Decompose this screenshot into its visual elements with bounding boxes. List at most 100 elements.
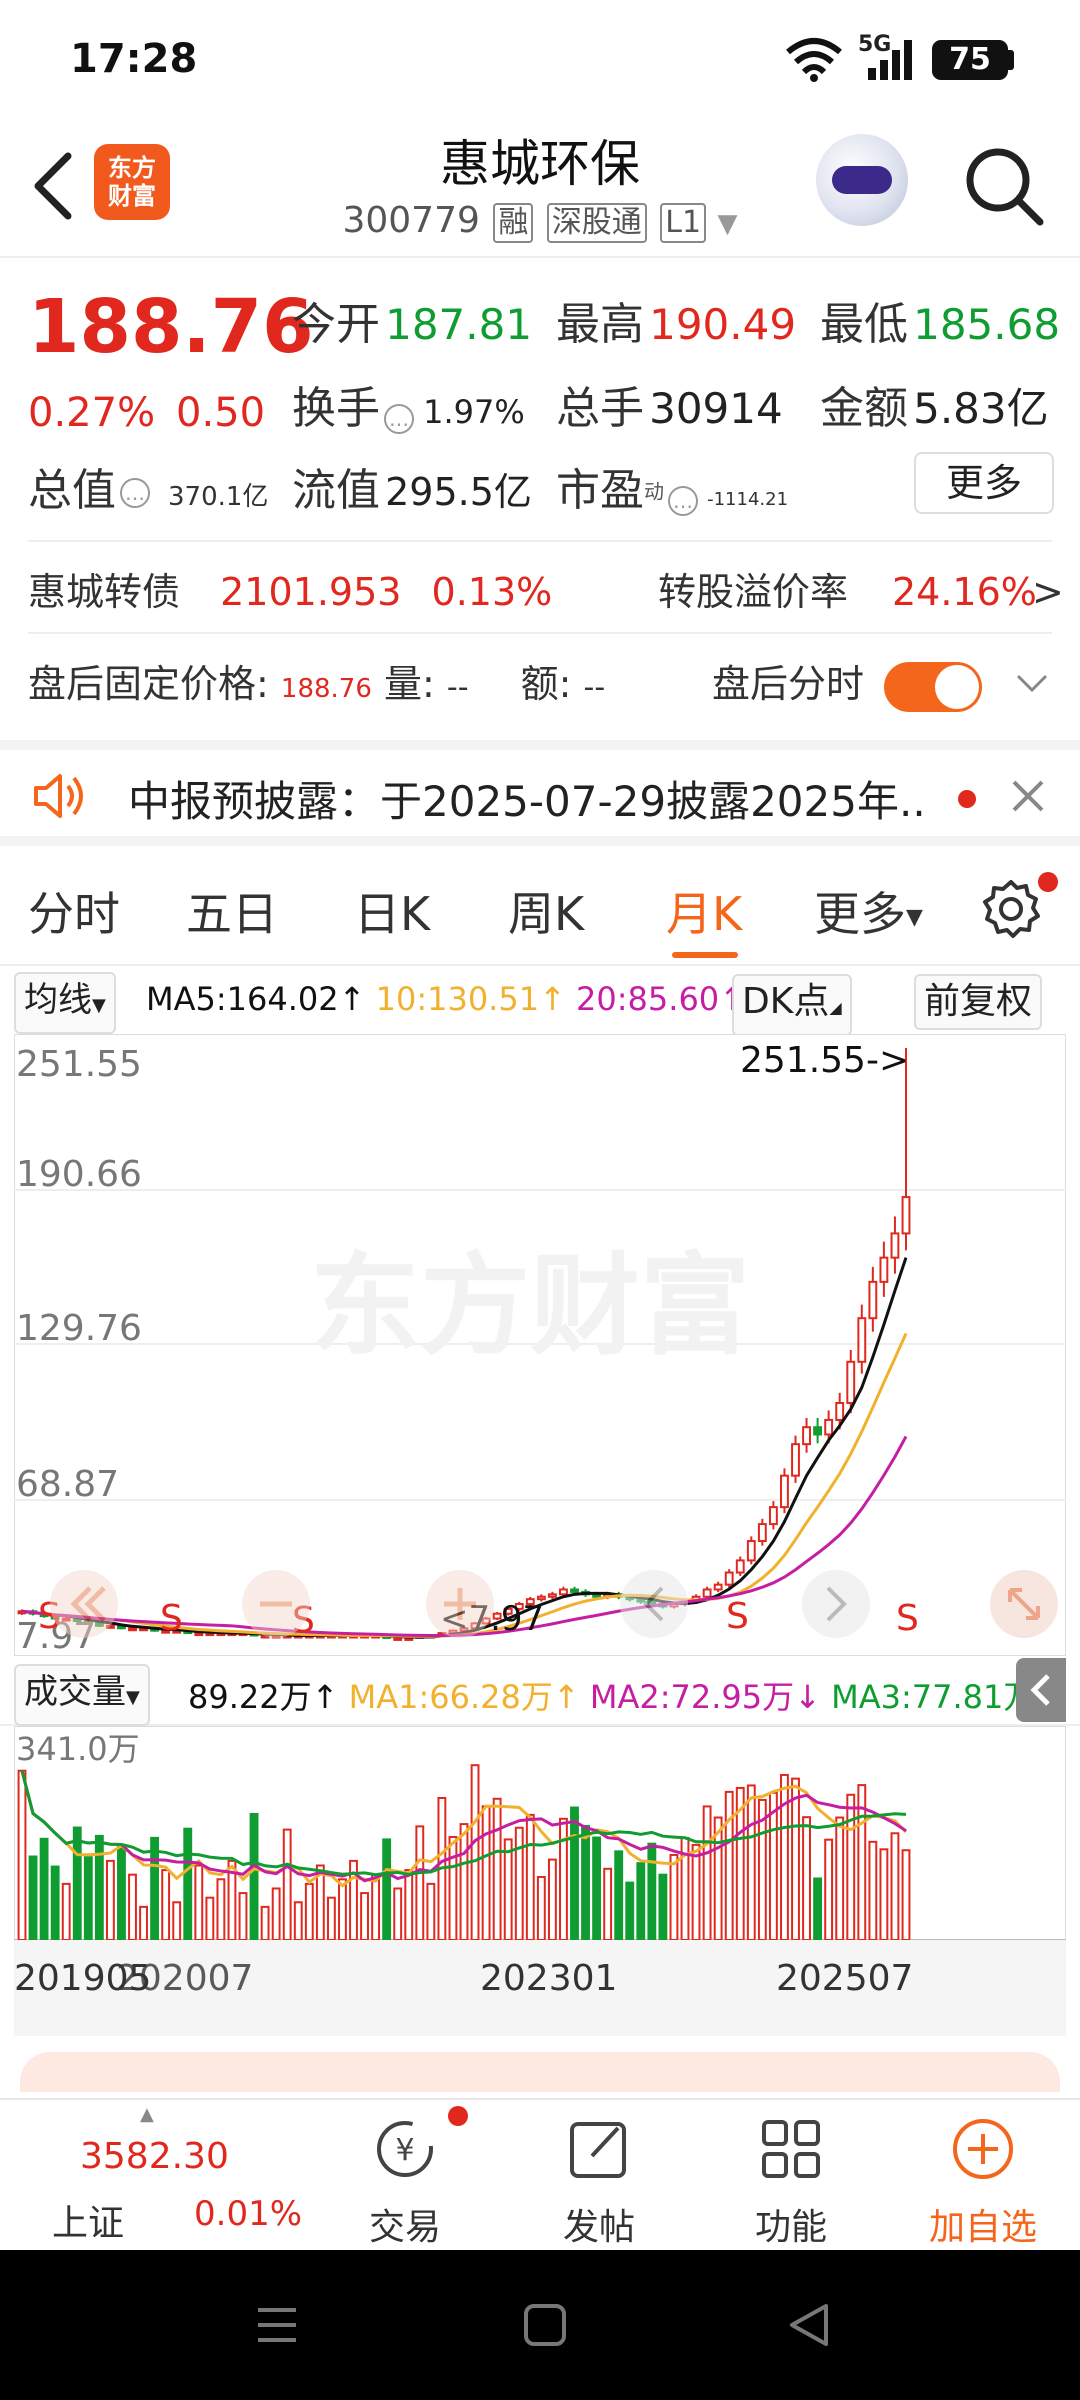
x-label: 202507 bbox=[776, 1958, 914, 1999]
tab-more[interactable]: 更多▼ bbox=[814, 878, 923, 944]
after-hours-toggle-label: 盘后分时 bbox=[712, 662, 865, 706]
dropdown-caret-icon: ▼ bbox=[717, 209, 738, 239]
tab-daily-k[interactable]: 日K bbox=[354, 878, 430, 944]
prev-button[interactable] bbox=[620, 1570, 688, 1638]
volume-bar bbox=[592, 1836, 602, 1940]
low-label: 最低 bbox=[820, 299, 908, 350]
volume-bar bbox=[139, 1905, 148, 1940]
corner-icon: ◢ bbox=[829, 998, 842, 1017]
after-hours-vol-label: 量: bbox=[383, 662, 435, 706]
convertible-bond-row[interactable]: 惠城转债 2101.953 0.13% 转股溢价率 24.16% > bbox=[28, 560, 1064, 624]
back-nav-icon[interactable] bbox=[786, 2302, 832, 2348]
divider bbox=[28, 540, 1052, 542]
volume-bar bbox=[17, 1769, 27, 1940]
volume-chart[interactable]: 341.0万 bbox=[14, 1726, 1066, 1940]
notice-banner[interactable]: 中报预披露：于2025-07-29披露2025年... bbox=[0, 740, 1080, 846]
tab-five-day[interactable]: 五日 bbox=[186, 878, 278, 944]
candle-body bbox=[846, 1360, 856, 1404]
candle-body bbox=[570, 1588, 579, 1593]
volume-bar bbox=[614, 1850, 624, 1940]
tab-intraday[interactable]: 分时 bbox=[28, 878, 120, 944]
dk-point-button[interactable]: DK点◢ bbox=[732, 974, 852, 1036]
stock-code-row[interactable]: 300779 融 深股通 L1 ▼ bbox=[340, 200, 740, 243]
close-icon[interactable] bbox=[1010, 778, 1046, 814]
candle-body bbox=[735, 1559, 745, 1574]
pe-sup: 动 bbox=[644, 479, 664, 504]
vol-value: 89.22万↑ bbox=[188, 1678, 339, 1716]
volume-bar bbox=[360, 1892, 369, 1940]
x-axis: 201905 202007 202301 202507 bbox=[14, 1940, 1066, 2036]
total-cap-label: 总值 bbox=[28, 465, 116, 516]
tab-monthly-k[interactable]: 月K bbox=[666, 878, 742, 944]
info-icon[interactable]: … bbox=[384, 403, 414, 434]
total-cap-value: 370.1亿 bbox=[168, 482, 269, 512]
low-value: 185.68 bbox=[913, 300, 1061, 349]
volume-bar bbox=[371, 1873, 381, 1940]
info-icon[interactable]: … bbox=[668, 485, 698, 516]
open-label: 今开 bbox=[292, 299, 380, 350]
volume-selector[interactable]: 成交量▼ bbox=[14, 1664, 150, 1726]
info-icon[interactable]: … bbox=[120, 478, 150, 508]
adjust-button[interactable]: 前复权 bbox=[914, 974, 1043, 1030]
nav-add-watchlist[interactable]: 加自选 bbox=[888, 2100, 1078, 2252]
svg-text:¥: ¥ bbox=[395, 2133, 414, 2168]
chevron-down-icon[interactable] bbox=[1014, 670, 1050, 698]
candle-body bbox=[713, 1583, 723, 1591]
candle-body bbox=[835, 1401, 845, 1421]
zoom-in-button[interactable] bbox=[426, 1570, 494, 1638]
nav-features[interactable]: 功能 bbox=[696, 2100, 886, 2252]
after-hours-toggle[interactable] bbox=[884, 662, 982, 712]
post-icon bbox=[570, 2122, 626, 2178]
grid-icon bbox=[762, 2120, 820, 2178]
volume-bar bbox=[724, 1790, 734, 1940]
volume-bar bbox=[271, 1887, 281, 1940]
volume-bar bbox=[780, 1773, 789, 1940]
tab-weekly-k[interactable]: 周K bbox=[508, 878, 584, 944]
volume-bar bbox=[879, 1848, 889, 1940]
eastmoney-logo[interactable]: 东方 财富 bbox=[94, 144, 170, 220]
tab-more-label: 更多 bbox=[814, 887, 906, 941]
home-icon[interactable] bbox=[522, 2302, 568, 2348]
volume-bar bbox=[404, 1869, 414, 1940]
nav-trade[interactable]: ¥ 交易 bbox=[310, 2100, 500, 2252]
ai-assistant-icon[interactable] bbox=[816, 134, 908, 226]
volume-bar bbox=[338, 1878, 347, 1940]
back-icon[interactable] bbox=[28, 146, 88, 226]
high-label: 最高 bbox=[556, 299, 644, 350]
volume-bar bbox=[415, 1825, 425, 1940]
next-button[interactable] bbox=[802, 1570, 870, 1638]
more-quote-button[interactable]: 更多 bbox=[914, 452, 1054, 514]
volume-bar bbox=[746, 1784, 756, 1940]
index-ticker[interactable]: ▲ 3582.30 上证 0.01% bbox=[0, 2100, 302, 2252]
collapse-panel-button[interactable] bbox=[1016, 1658, 1066, 1722]
premium-label: 转股溢价率 bbox=[658, 570, 849, 614]
y-label-3: 129.76 bbox=[16, 1308, 142, 1349]
expand-button[interactable] bbox=[990, 1570, 1058, 1638]
y-label-max: 251.55 bbox=[16, 1044, 142, 1085]
search-icon[interactable] bbox=[962, 144, 1046, 228]
nav-post[interactable]: 发帖 bbox=[504, 2100, 694, 2252]
bond-change: 0.13% bbox=[431, 570, 553, 614]
promo-banner[interactable] bbox=[20, 2052, 1060, 2092]
trade-badge bbox=[448, 2106, 468, 2126]
float-cap-field: 流值 295.5亿 bbox=[292, 454, 532, 518]
candlestick-chart[interactable]: 东方财富 251.55 190.66 129.76 68.87 7.97 251… bbox=[14, 1034, 1066, 1656]
unread-dot bbox=[958, 790, 976, 808]
ma-indicator-bar: 均线▼ MA5:164.02↑ 10:130.51↑ 20:85.60↑ DK点… bbox=[0, 966, 1080, 1036]
candle-body bbox=[547, 1593, 557, 1598]
gear-icon[interactable] bbox=[980, 878, 1042, 940]
zoom-out-button[interactable] bbox=[242, 1570, 310, 1638]
volume-bar bbox=[625, 1881, 635, 1940]
volume-bar bbox=[426, 1882, 436, 1940]
candle-body bbox=[757, 1523, 767, 1543]
candle-body bbox=[768, 1506, 778, 1526]
volume-bar bbox=[669, 1853, 679, 1940]
volume-bar bbox=[28, 1855, 38, 1940]
pan-left-button[interactable] bbox=[50, 1570, 118, 1638]
menu-icon[interactable] bbox=[254, 2302, 300, 2348]
settings-badge bbox=[1038, 872, 1058, 892]
after-hours-amt-value: -- bbox=[583, 670, 606, 705]
turnover-field: 换手… 1.97% bbox=[292, 372, 525, 436]
level-tag: L1 bbox=[660, 203, 707, 243]
ma-selector[interactable]: 均线▼ bbox=[14, 972, 116, 1034]
